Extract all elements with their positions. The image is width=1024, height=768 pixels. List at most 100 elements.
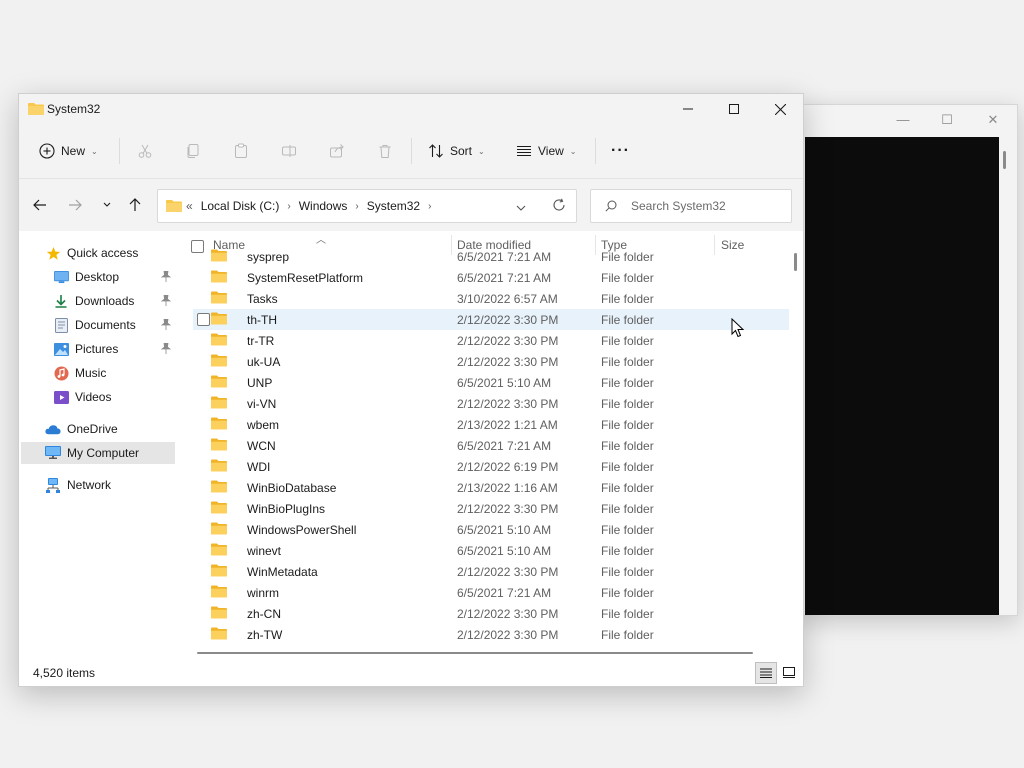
file-type: File folder xyxy=(601,292,654,306)
nav-item-label: Quick access xyxy=(67,246,139,260)
table-row[interactable]: vi-VN 2/12/2022 3:30 PM File folder xyxy=(193,393,789,414)
nav-item-my-computer[interactable]: My Computer xyxy=(21,442,175,464)
table-row[interactable]: WDI 2/12/2022 6:19 PM File folder xyxy=(193,456,789,477)
computer-icon xyxy=(45,445,61,461)
nav-item-network[interactable]: Network xyxy=(19,474,175,496)
search-input[interactable]: Search System32 xyxy=(590,189,792,223)
folder-icon xyxy=(211,438,227,454)
address-history-button[interactable] xyxy=(516,200,526,214)
minimize-button[interactable] xyxy=(665,94,711,124)
file-date: 6/5/2021 5:10 AM xyxy=(457,544,552,558)
folder-icon xyxy=(211,375,227,391)
table-row[interactable]: SystemResetPlatform 6/5/2021 7:21 AM File … xyxy=(193,267,789,288)
background-window[interactable]: — ☐ ✕ xyxy=(800,104,1018,616)
ellipsis-icon: ··· xyxy=(611,142,630,159)
copy-button[interactable] xyxy=(179,136,207,166)
nav-item-desktop[interactable]: Desktop xyxy=(19,266,175,288)
table-row[interactable]: sysprep 6/5/2021 7:21 AM File folder xyxy=(193,246,789,267)
bg-close-button[interactable]: ✕ xyxy=(983,111,1003,129)
table-row[interactable]: zh-CN 2/12/2022 3:30 PM File folder xyxy=(193,603,789,624)
vertical-scrollbar-thumb[interactable] xyxy=(794,253,797,271)
tiles-view-button[interactable] xyxy=(779,662,799,682)
maximize-button[interactable] xyxy=(711,94,757,124)
download-icon xyxy=(53,293,69,309)
chevron-right-icon[interactable]: › xyxy=(428,201,431,212)
breadcrumb-system32[interactable]: System32 xyxy=(367,199,420,213)
breadcrumb-windows[interactable]: Windows xyxy=(299,199,348,213)
table-row[interactable]: wbem 2/13/2022 1:21 AM File folder xyxy=(193,414,789,435)
table-row[interactable]: WCN 6/5/2021 7:21 AM File folder xyxy=(193,435,789,456)
row-checkbox[interactable] xyxy=(197,313,210,326)
up-button[interactable] xyxy=(123,193,147,217)
file-type: File folder xyxy=(601,313,654,327)
file-date: 6/5/2021 7:21 AM xyxy=(457,586,552,600)
pin-icon[interactable] xyxy=(160,270,172,285)
file-name: wbem xyxy=(247,418,280,432)
minimize-icon xyxy=(683,108,693,110)
table-row[interactable]: uk-UA 2/12/2022 3:30 PM File folder xyxy=(193,351,789,372)
breadcrumb-overflow[interactable]: « xyxy=(186,199,193,213)
pin-icon[interactable] xyxy=(160,342,172,357)
new-button[interactable]: New ⌄ xyxy=(39,136,98,166)
address-bar[interactable]: « Local Disk (C:) › Windows › System32 › xyxy=(157,189,577,223)
bg-maximize-button[interactable]: ☐ xyxy=(937,111,957,129)
nav-item-documents[interactable]: Documents xyxy=(19,314,175,336)
pin-icon[interactable] xyxy=(160,318,172,333)
window-title: System32 xyxy=(47,102,101,116)
chevron-right-icon[interactable]: › xyxy=(287,201,290,212)
vertical-scrollbar[interactable] xyxy=(789,231,801,660)
horizontal-scrollbar-thumb[interactable] xyxy=(197,652,753,654)
more-options-button[interactable]: ··· xyxy=(611,136,630,166)
background-window-titlebar[interactable]: — ☐ ✕ xyxy=(801,105,1017,135)
nav-item-pictures[interactable]: Pictures xyxy=(19,338,175,360)
content-area: Quick access Desktop Downloads Documents… xyxy=(19,231,803,660)
arrow-left-icon xyxy=(33,199,46,211)
nav-item-quick-access[interactable]: Quick access xyxy=(19,242,175,264)
folder-icon xyxy=(211,459,227,475)
breadcrumb-local-disk[interactable]: Local Disk (C:) xyxy=(201,199,280,213)
folder-icon xyxy=(211,522,227,538)
table-row[interactable]: th-TH 2/12/2022 3:30 PM File folder xyxy=(193,309,789,330)
table-row[interactable]: zh-TW 2/12/2022 3:30 PM File folder xyxy=(193,624,789,645)
pin-icon[interactable] xyxy=(160,294,172,309)
sort-button[interactable]: Sort ⌄ xyxy=(428,136,485,166)
sort-button-label: Sort xyxy=(450,144,473,158)
horizontal-scrollbar[interactable] xyxy=(197,650,773,656)
folder-icon xyxy=(211,585,227,601)
table-row[interactable]: tr-TR 2/12/2022 3:30 PM File folder xyxy=(193,330,789,351)
nav-item-videos[interactable]: Videos xyxy=(19,386,175,408)
console-area[interactable] xyxy=(805,137,999,615)
recent-locations-button[interactable] xyxy=(95,193,119,217)
forward-button[interactable] xyxy=(63,193,87,217)
table-row[interactable]: UNP 6/5/2021 5:10 AM File folder xyxy=(193,372,789,393)
table-row[interactable]: winevt 6/5/2021 5:10 AM File folder xyxy=(193,540,789,561)
delete-button[interactable] xyxy=(371,136,399,166)
table-row[interactable]: winrm 6/5/2021 7:21 AM File folder xyxy=(193,582,789,603)
toolbar-divider xyxy=(119,138,120,164)
rename-button[interactable] xyxy=(275,136,303,166)
table-row[interactable]: WinBioPlugIns 2/12/2022 3:30 PM File folde… xyxy=(193,498,789,519)
nav-item-onedrive[interactable]: OneDrive xyxy=(19,418,175,440)
chevron-right-icon[interactable]: › xyxy=(355,201,358,212)
folder-icon xyxy=(211,564,227,580)
table-row[interactable]: WindowsPowerShell 6/5/2021 5:10 AM File fo… xyxy=(193,519,789,540)
paste-button[interactable] xyxy=(227,136,255,166)
table-row[interactable]: WinBioDatabase 2/13/2022 1:16 AM File fold… xyxy=(193,477,789,498)
bg-minimize-button[interactable]: — xyxy=(893,111,913,129)
back-button[interactable] xyxy=(28,193,52,217)
details-view-button[interactable] xyxy=(755,662,777,684)
title-bar[interactable]: System32 xyxy=(19,94,803,124)
chevron-down-icon: ⌄ xyxy=(478,146,485,156)
table-row[interactable]: Tasks 3/10/2022 6:57 AM File folder xyxy=(193,288,789,309)
cut-button[interactable] xyxy=(131,136,159,166)
bg-scrollbar-thumb[interactable] xyxy=(1003,151,1006,169)
refresh-button[interactable] xyxy=(552,198,566,215)
table-row[interactable]: WinMetadata 2/12/2022 3:30 PM File folder xyxy=(193,561,789,582)
nav-item-downloads[interactable]: Downloads xyxy=(19,290,175,312)
file-name: WinBioPlugIns xyxy=(247,502,326,516)
share-button[interactable] xyxy=(323,136,351,166)
nav-item-music[interactable]: Music xyxy=(19,362,175,384)
arrow-up-icon xyxy=(129,198,141,211)
view-button[interactable]: View ⌄ xyxy=(516,136,577,166)
close-button[interactable] xyxy=(757,94,803,124)
